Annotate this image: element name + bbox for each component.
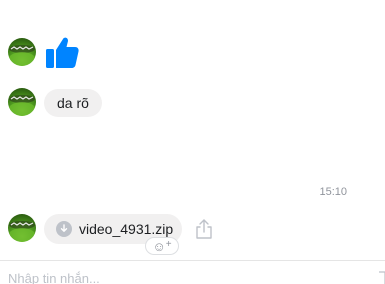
message-text: da rõ	[57, 95, 89, 111]
sender-avatar[interactable]	[8, 38, 36, 66]
sender-avatar[interactable]	[8, 88, 36, 116]
composer-action-icon[interactable]	[378, 271, 385, 284]
sender-avatar[interactable]	[8, 214, 36, 242]
chat-window: da rõ 15:10 video_4931.zip ☺+	[0, 0, 385, 284]
smiley-plus-icon: ☺+	[152, 238, 172, 254]
message-bubble[interactable]: da rõ	[44, 89, 102, 117]
thumbs-up-icon[interactable]	[44, 34, 80, 70]
message-timestamp: 15:10	[319, 186, 347, 198]
message-composer	[0, 260, 385, 284]
file-name: video_4931.zip	[79, 221, 174, 237]
download-icon[interactable]	[56, 221, 72, 237]
add-reaction-button[interactable]: ☺+	[145, 237, 179, 255]
message-input[interactable]	[8, 269, 368, 284]
share-icon[interactable]	[194, 218, 214, 240]
